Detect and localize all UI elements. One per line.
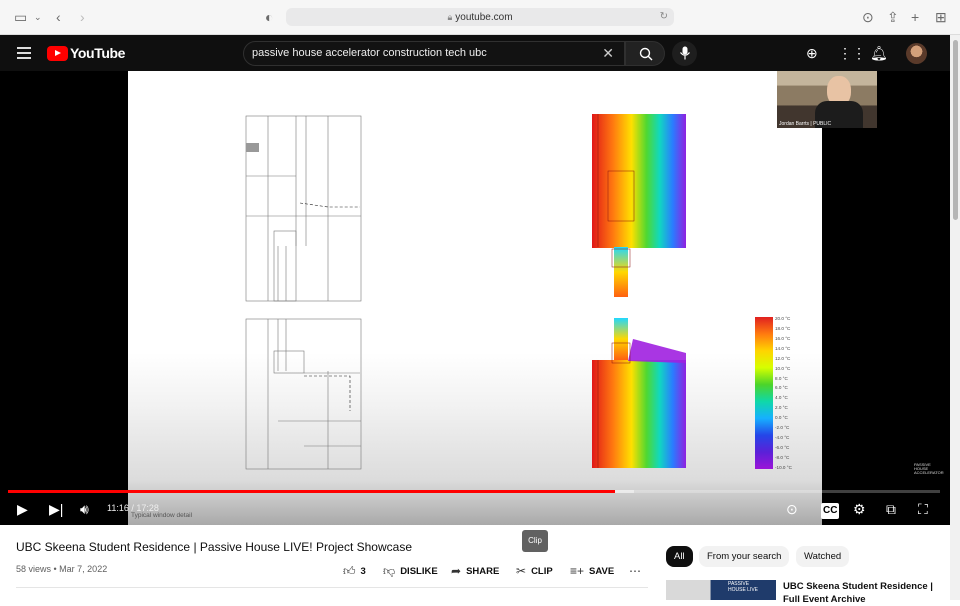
url-text: youtube.com — [455, 12, 513, 23]
share-button[interactable]: ➦ SHARE — [451, 563, 499, 579]
scale-label: 14.0 °C — [775, 345, 791, 351]
share-label: SHARE — [466, 565, 500, 577]
tab-overview-icon[interactable]: ⊞ — [935, 9, 947, 25]
playlist-add-icon: ≡+ — [570, 564, 585, 578]
chip-all[interactable]: All — [666, 546, 693, 567]
scale-label: 10.0 °C — [775, 365, 791, 371]
miniplayer-icon[interactable]: ⧉ — [886, 501, 896, 517]
video-meta: 58 views • Mar 7, 2022 — [16, 564, 108, 574]
thumbs-up-icon: 👍︎ — [343, 563, 356, 578]
video-player[interactable]: Jordan Barrts | PUBLIC 20.0 °C 18.0 °C 16.… — [0, 71, 950, 525]
related-video-thumbnail[interactable]: PASSIVE HOUSE LIVE — [666, 580, 776, 600]
scale-label: 12.0 °C — [775, 355, 791, 361]
create-video-icon[interactable]: ⊕ — [806, 45, 818, 61]
menu-icon[interactable] — [17, 47, 31, 62]
clear-search-icon[interactable]: ✕ — [602, 45, 614, 62]
more-actions-button[interactable]: ⋯ — [629, 563, 646, 579]
autoplay-toggle-icon[interactable]: ⊙ — [786, 501, 798, 517]
slide-caption: Typical window detail — [131, 512, 193, 519]
scale-label: 4.0 °C — [775, 395, 788, 401]
new-tab-icon[interactable]: + — [911, 9, 919, 25]
share-icon[interactable]: ⇪ — [887, 9, 899, 25]
related-video-title[interactable]: UBC Skeena Student Residence | Full Even… — [783, 580, 933, 606]
settings-gear-icon[interactable]: ⚙ — [853, 501, 866, 517]
scale-label: 6.0 °C — [775, 385, 788, 391]
thumbnail-text: PASSIVE HOUSE LIVE — [728, 581, 759, 593]
video-frame-slide — [128, 71, 822, 525]
scale-label: -10.0 °C — [775, 464, 792, 470]
scale-label: -2.0 °C — [775, 425, 790, 431]
avatar[interactable] — [906, 43, 927, 64]
played-bar — [8, 490, 615, 493]
scale-label: 20.0 °C — [775, 316, 791, 321]
progress-bar[interactable] — [8, 490, 940, 493]
presenter-webcam: Jordan Barrts | PUBLIC — [777, 71, 877, 128]
chevron-down-icon[interactable]: ⌄ — [34, 9, 42, 25]
voice-search-button[interactable] — [672, 41, 697, 66]
back-icon[interactable]: ‹ — [56, 9, 61, 25]
save-button[interactable]: ≡+ SAVE — [570, 563, 614, 579]
scale-label: -8.0 °C — [775, 454, 790, 460]
search-input[interactable]: passive house accelerator construction t… — [252, 47, 487, 59]
address-bar[interactable]: 🔒︎ youtube.com ↻ — [286, 8, 674, 26]
search-button[interactable] — [625, 41, 665, 66]
publish-date: Mar 7, 2022 — [59, 564, 108, 574]
like-button[interactable]: 👍︎ 3 — [343, 563, 366, 579]
chip-from-your-search[interactable]: From your search — [699, 546, 790, 567]
clip-button[interactable]: ✂ CLIP — [516, 563, 553, 579]
volume-icon[interactable]: 🔊︎ — [80, 501, 89, 517]
forward-icon[interactable]: › — [80, 9, 85, 25]
lock-icon: 🔒︎ — [447, 12, 453, 22]
webcam-caption: Jordan Barrts | PUBLIC — [779, 121, 832, 127]
fullscreen-icon[interactable]: ⛶ — [918, 501, 928, 517]
more-horizontal-icon: ⋯ — [629, 564, 641, 578]
downloads-icon[interactable]: ⊙ — [862, 9, 874, 25]
brand-watermark: PASSIVE HOUSE ACCELERATOR — [914, 462, 944, 475]
clip-label: CLIP — [531, 565, 553, 577]
thumbs-down-icon: 👎︎ — [383, 563, 396, 578]
scale-label: 8.0 °C — [775, 375, 788, 381]
like-count: 3 — [360, 565, 366, 577]
dislike-button[interactable]: 👎︎ DISLIKE — [383, 563, 438, 579]
scale-label: 2.0 °C — [775, 405, 788, 411]
notifications-bell-icon[interactable]: 🔔︎ — [870, 45, 888, 61]
scale-label: 16.0 °C — [775, 335, 791, 341]
video-title: UBC Skeena Student Residence | Passive H… — [16, 540, 412, 554]
clip-tooltip: Clip — [522, 530, 548, 552]
window-section-drawings — [245, 114, 686, 470]
scale-label: -6.0 °C — [775, 444, 790, 450]
page-scrollbar[interactable] — [950, 35, 960, 600]
reload-icon[interactable]: ↻ — [660, 8, 668, 26]
scale-label: 18.0 °C — [775, 325, 791, 331]
youtube-header: YouTube passive house accelerator constr… — [0, 35, 950, 71]
temperature-scale-labels: 20.0 °C 18.0 °C 16.0 °C 14.0 °C 12.0 °C 10.0 … — [775, 316, 792, 470]
play-icon[interactable]: ▶ — [17, 501, 28, 517]
view-count: 58 views — [16, 564, 52, 574]
search-icon — [639, 47, 653, 61]
logo-text: YouTube — [70, 45, 126, 61]
sidebar-icon[interactable]: ▭ — [14, 9, 27, 25]
privacy-shield-icon[interactable]: ◐ — [265, 9, 273, 25]
next-icon[interactable]: ▶| — [49, 501, 63, 517]
search-box[interactable]: passive house accelerator construction t… — [243, 41, 625, 66]
share-arrow-icon: ➦ — [451, 564, 462, 578]
scissors-icon: ✂ — [516, 564, 527, 578]
microphone-icon — [680, 46, 690, 60]
scale-label: -4.0 °C — [775, 435, 790, 441]
dislike-label: DISLIKE — [400, 565, 438, 577]
save-label: SAVE — [589, 565, 615, 577]
apps-grid-icon[interactable]: ⋮⋮ — [838, 45, 866, 61]
youtube-logo[interactable]: YouTube — [47, 45, 125, 61]
divider — [16, 587, 648, 588]
temperature-scale-bar — [755, 317, 773, 469]
browser-toolbar: ▭ ⌄ ‹ › ◐ 🔒︎ youtube.com ↻ ⊙ ⇪ + ⊞ — [0, 0, 960, 35]
chip-watched[interactable]: Watched — [796, 546, 850, 567]
scale-label: 0.0 °C — [775, 415, 788, 421]
captions-icon[interactable]: CC — [821, 503, 840, 519]
youtube-play-icon — [47, 45, 68, 61]
